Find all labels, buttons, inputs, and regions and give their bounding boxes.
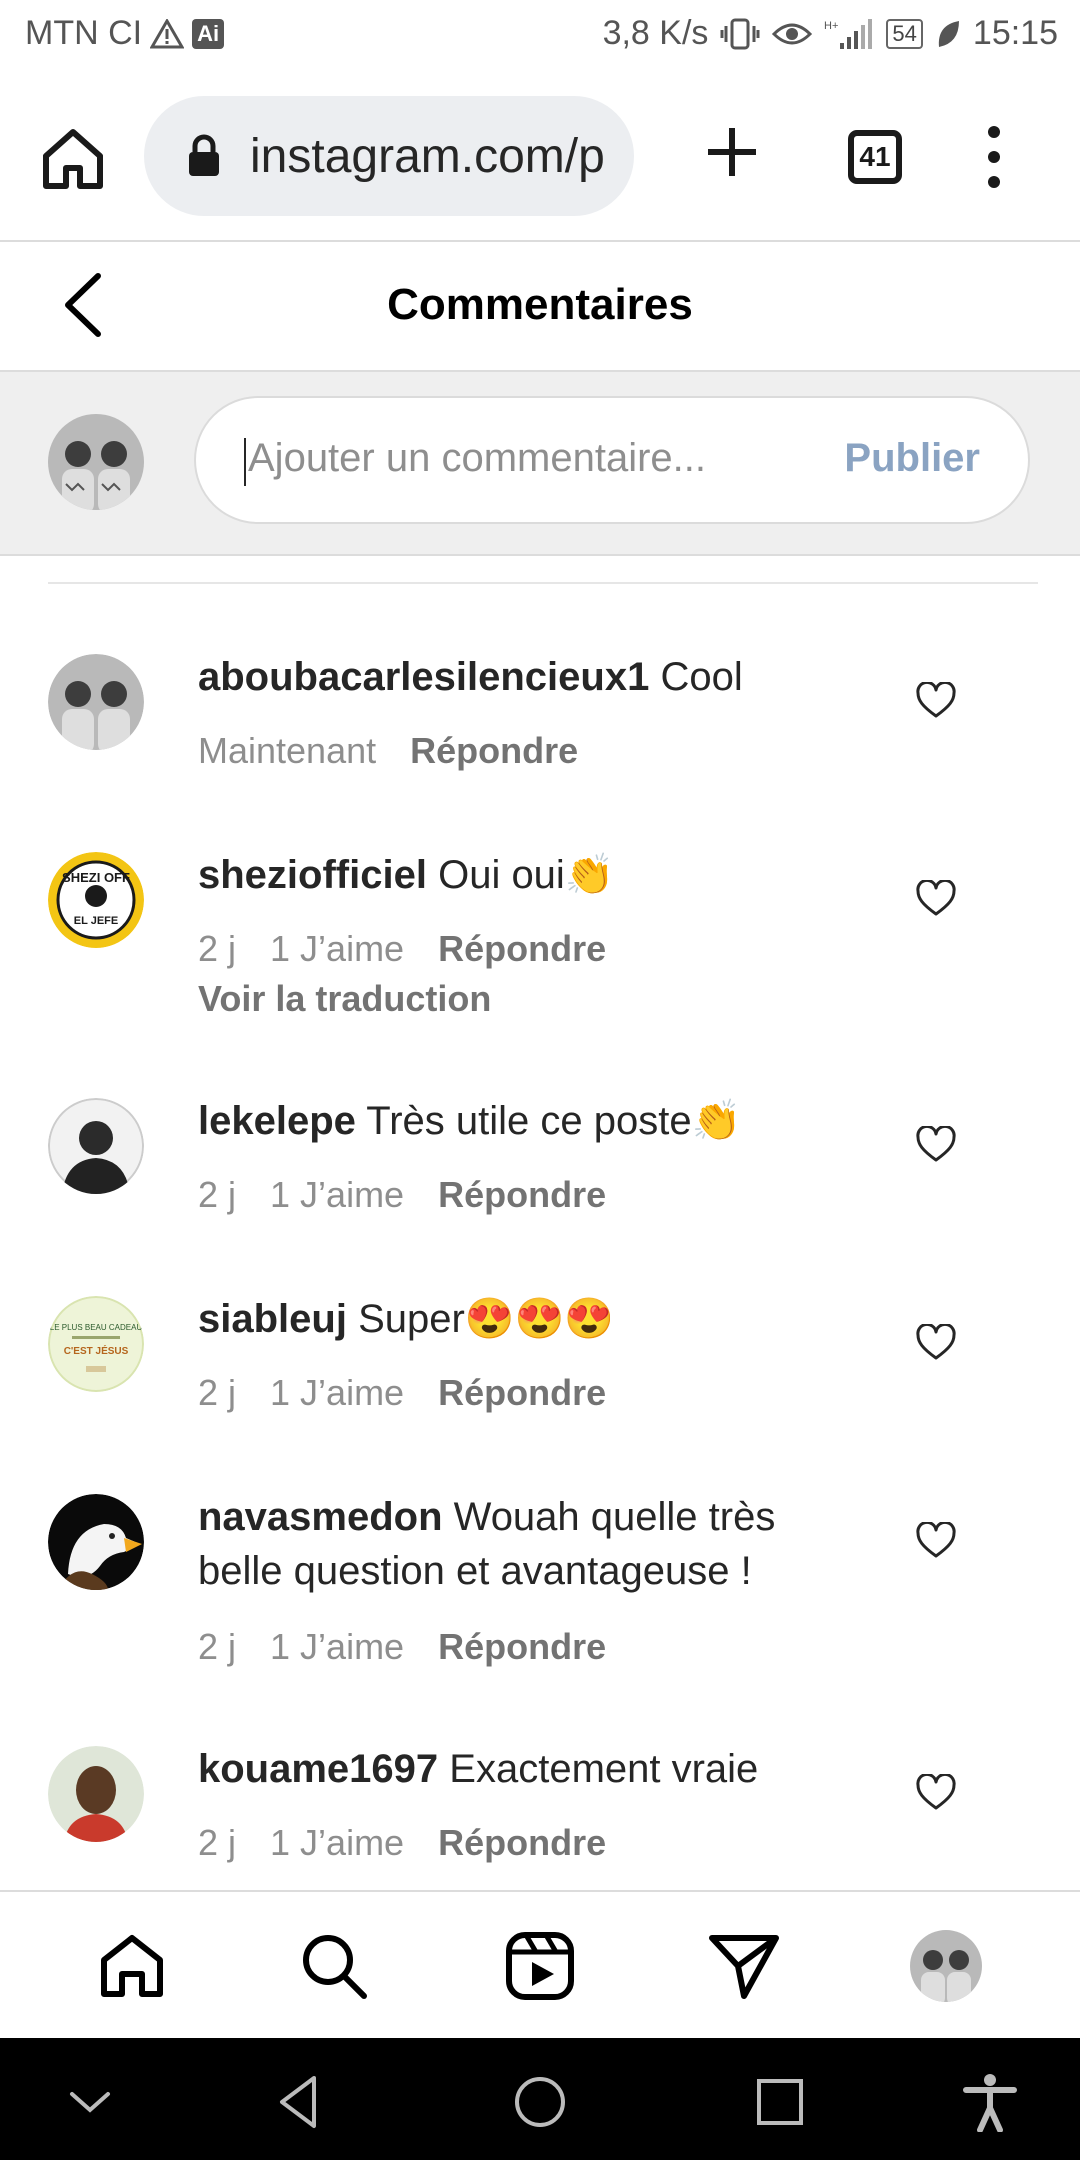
my-avatar[interactable] bbox=[48, 414, 144, 510]
comment-username[interactable]: lekelepe bbox=[198, 1099, 356, 1143]
url-bar[interactable]: instagram.com/p bbox=[144, 96, 634, 216]
carrier-label: MTN CI bbox=[25, 14, 143, 52]
network-speed: 3,8 K/s bbox=[602, 14, 709, 52]
comment-time: 2 j bbox=[198, 1626, 237, 1667]
browser-toolbar: instagram.com/p 41 bbox=[0, 72, 1080, 242]
avatar[interactable]: SHEZI OFF EL JEFE bbox=[48, 852, 144, 948]
like-heart-icon[interactable] bbox=[916, 1126, 956, 1164]
see-translation-link[interactable]: Voir la traduction bbox=[198, 978, 491, 1020]
browser-home-icon[interactable] bbox=[38, 124, 108, 194]
comment-placeholder: Ajouter un commentaire... bbox=[248, 436, 706, 480]
like-heart-icon[interactable] bbox=[916, 682, 956, 720]
like-heart-icon[interactable] bbox=[916, 880, 956, 918]
new-tab-icon[interactable] bbox=[700, 120, 764, 184]
url-text: instagram.com/p bbox=[250, 129, 605, 183]
comments-header: Commentaires bbox=[0, 242, 1080, 372]
comment-time: 2 j bbox=[198, 928, 237, 969]
like-heart-icon[interactable] bbox=[916, 1522, 956, 1560]
leaf-icon bbox=[938, 20, 959, 47]
like-heart-icon[interactable] bbox=[916, 1324, 956, 1362]
comment-text: Très utile ce poste👏 bbox=[366, 1099, 742, 1143]
recents-nav-icon[interactable] bbox=[750, 2072, 810, 2132]
ai-badge: Ai bbox=[192, 18, 225, 49]
avatar-label: EL JEFE bbox=[74, 915, 118, 927]
signal-icon: H+ bbox=[824, 18, 873, 49]
comment-input[interactable]: Ajouter un commentaire... Publier bbox=[194, 396, 1030, 524]
comment-text: Exactement vraie bbox=[449, 1747, 759, 1791]
avatar[interactable] bbox=[48, 1746, 144, 1842]
eye-icon bbox=[772, 23, 813, 44]
divider bbox=[48, 582, 1038, 584]
publish-button[interactable]: Publier bbox=[844, 436, 980, 481]
comment-username[interactable]: navasmedon bbox=[198, 1495, 443, 1539]
avatar[interactable]: LE PLUS BEAU CADEAU C'EST JÉSUS bbox=[48, 1296, 144, 1392]
back-nav-icon[interactable] bbox=[270, 2072, 330, 2132]
comment-time: 2 j bbox=[198, 1372, 237, 1413]
reply-button[interactable]: Répondre bbox=[438, 1174, 606, 1215]
search-icon[interactable] bbox=[298, 1930, 370, 2002]
comment-time: 2 j bbox=[198, 1822, 237, 1863]
tab-switcher-button[interactable]: 41 bbox=[848, 130, 902, 184]
comment-username[interactable]: kouame1697 bbox=[198, 1747, 438, 1791]
avatar[interactable] bbox=[48, 1494, 144, 1590]
comment-time: 2 j bbox=[198, 1174, 237, 1215]
tab-count: 41 bbox=[859, 141, 891, 172]
comment-username[interactable]: aboubacarlesilencieux1 bbox=[198, 655, 649, 699]
home-nav-icon[interactable] bbox=[510, 2072, 570, 2132]
comment-time: Maintenant bbox=[198, 730, 377, 771]
system-navigation-bar bbox=[0, 2038, 1080, 2160]
bottom-navigation bbox=[0, 1890, 1080, 2040]
more-menu-icon[interactable] bbox=[982, 122, 1006, 192]
clock: 15:15 bbox=[972, 14, 1058, 52]
avatar-label: C'EST JÉSUS bbox=[64, 1344, 129, 1357]
direct-icon[interactable] bbox=[708, 1930, 780, 2002]
reply-button[interactable]: Répondre bbox=[438, 1626, 606, 1667]
accessibility-icon[interactable] bbox=[960, 2072, 1020, 2132]
home-icon[interactable] bbox=[96, 1930, 168, 2002]
comment-likes[interactable]: 1 J’aime bbox=[270, 1174, 404, 1215]
reply-button[interactable]: Répondre bbox=[438, 1372, 606, 1413]
chevron-down-icon[interactable] bbox=[60, 2072, 120, 2132]
reply-button[interactable]: Répondre bbox=[438, 928, 606, 969]
reply-button[interactable]: Répondre bbox=[438, 1822, 606, 1863]
page-title: Commentaires bbox=[387, 280, 693, 329]
comment-username[interactable]: sheziofficiel bbox=[198, 853, 427, 897]
status-bar: MTN CI Ai 3,8 K/s H+ 54 15:15 bbox=[0, 0, 1080, 72]
vibrate-icon bbox=[720, 18, 760, 49]
comment-text: Cool bbox=[660, 655, 743, 699]
avatar-label: LE PLUS BEAU CADEAU bbox=[50, 1323, 143, 1332]
comment-likes[interactable]: 1 J’aime bbox=[270, 1372, 404, 1413]
comment-likes[interactable]: 1 J’aime bbox=[270, 1822, 404, 1863]
warning-icon bbox=[150, 18, 185, 48]
comment-likes[interactable]: 1 J’aime bbox=[270, 928, 404, 969]
like-heart-icon[interactable] bbox=[916, 1774, 956, 1812]
svg-text:H+: H+ bbox=[824, 20, 838, 32]
avatar-label: SHEZI OFF bbox=[62, 870, 130, 885]
comment-text: Super😍😍😍 bbox=[358, 1297, 615, 1341]
comment-text: Oui oui👏 bbox=[438, 853, 615, 897]
avatar[interactable] bbox=[48, 654, 144, 750]
lock-icon bbox=[189, 134, 219, 176]
text-caret bbox=[244, 438, 246, 486]
battery-indicator: 54 bbox=[886, 18, 923, 49]
comment-username[interactable]: siableuj bbox=[198, 1297, 347, 1341]
reply-button[interactable]: Répondre bbox=[410, 730, 578, 771]
profile-avatar[interactable] bbox=[910, 1930, 982, 2002]
avatar[interactable] bbox=[48, 1098, 144, 1194]
comment-composer: Ajouter un commentaire... Publier bbox=[0, 372, 1080, 556]
comment-likes[interactable]: 1 J’aime bbox=[270, 1626, 404, 1667]
reels-icon[interactable] bbox=[504, 1930, 576, 2002]
